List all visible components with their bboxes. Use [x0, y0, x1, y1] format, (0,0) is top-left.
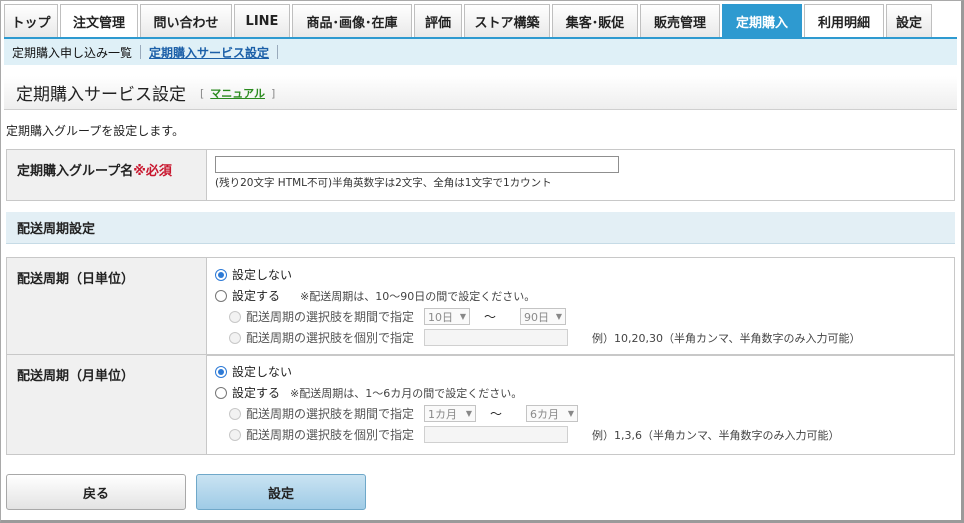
subnav-divider [277, 45, 279, 59]
daily-set-label: 設定する [232, 289, 281, 303]
manual-link-wrap: [マニュアル] [200, 86, 276, 100]
monthly-cycle-table: 配送周期（月単位） 設定しない 設定する ※配送周期は、1〜6カ月の間で設定くださ… [6, 354, 955, 455]
nav-tab-3[interactable]: LINE [234, 4, 290, 37]
nav-tab-10[interactable]: 利用明細 [804, 4, 884, 37]
daily-example: 例）10,20,30（半角カンマ、半角数字のみ入力可能） [592, 331, 861, 345]
monthly-range-label: 配送周期の選択肢を期間で指定 [246, 407, 415, 421]
nav-tab-11[interactable]: 設定 [886, 4, 932, 37]
daily-individual-input[interactable] [424, 329, 569, 346]
daily-range-label: 配送周期の選択肢を期間で指定 [246, 310, 415, 324]
nav-tab-6[interactable]: ストア構築 [464, 4, 550, 37]
submit-button[interactable]: 設定 [196, 474, 366, 510]
daily-set-radio[interactable] [215, 289, 227, 302]
chevron-down-icon: ▼ [567, 409, 575, 418]
monthly-range-radio[interactable] [229, 407, 241, 420]
daily-cycle-table: 配送周期（日単位） 設定しない 設定する ※配送周期は、10〜90日の間で設定くだ… [6, 257, 955, 356]
chevron-down-icon: ▼ [459, 312, 467, 321]
daily-individual-radio[interactable] [229, 331, 241, 344]
chevron-down-icon: ▼ [465, 409, 473, 418]
back-button[interactable]: 戻る [6, 474, 186, 510]
page-description: 定期購入グループを設定します。 [6, 124, 185, 138]
section-title: 配送周期設定 [6, 212, 955, 244]
nav-tab-4[interactable]: 商品･画像･在庫 [292, 4, 412, 37]
monthly-from-select[interactable]: 1カ月 ▼ [424, 405, 477, 422]
monthly-to-select[interactable]: 6カ月 ▼ [526, 405, 579, 422]
group-name-table: 定期購入グループ名※必須 (残り20文字 HTML不可)半角英数字は2文字、全角… [6, 149, 955, 201]
nav-tab-8[interactable]: 販売管理 [640, 4, 720, 37]
nav-tab-1[interactable]: 注文管理 [60, 4, 138, 37]
chevron-down-icon: ▼ [555, 312, 563, 321]
daily-to-select[interactable]: 90日 ▼ [520, 308, 567, 325]
nav-tab-7[interactable]: 集客･販促 [552, 4, 638, 37]
monthly-none-label: 設定しない [232, 365, 293, 379]
monthly-individual-label: 配送周期の選択肢を個別で指定 [246, 428, 415, 442]
manual-link[interactable]: マニュアル [210, 87, 265, 100]
required-mark: ※必須 [133, 164, 172, 179]
subnav-item-service-settings[interactable]: 定期購入サービス設定 [141, 44, 277, 61]
group-name-input[interactable] [215, 156, 619, 173]
page-title: 定期購入サービス設定 [16, 85, 186, 105]
group-name-note: (残り20文字 HTML不可)半角英数字は2文字、全角は1文字で1カウント [215, 177, 552, 189]
monthly-cycle-label: 配送周期（月単位） [6, 354, 207, 455]
monthly-tilde: 〜 [490, 407, 503, 421]
subnav-item-subscription-list[interactable]: 定期購入申し込み一覧 [4, 44, 140, 61]
daily-hint: ※配送周期は、10〜90日の間で設定ください。 [300, 289, 536, 303]
monthly-individual-radio[interactable] [229, 428, 241, 441]
daily-none-radio[interactable] [215, 268, 227, 281]
sub-nav: 定期購入申し込み一覧 定期購入サービス設定 [4, 37, 957, 65]
daily-individual-label: 配送周期の選択肢を個別で指定 [246, 331, 415, 345]
daily-cycle-label: 配送周期（日単位） [6, 257, 207, 356]
monthly-individual-input[interactable] [424, 426, 569, 443]
page-title-bar: 定期購入サービス設定 [マニュアル] [4, 76, 957, 110]
group-name-label: 定期購入グループ名※必須 [6, 149, 207, 201]
monthly-example: 例）1,3,6（半角カンマ、半角数字のみ入力可能） [592, 428, 840, 442]
daily-range-radio[interactable] [229, 310, 241, 323]
monthly-hint: ※配送周期は、1〜6カ月の間で設定ください。 [290, 386, 523, 400]
daily-from-select[interactable]: 10日 ▼ [424, 308, 471, 325]
nav-tab-2[interactable]: 問い合わせ [140, 4, 232, 37]
monthly-none-radio[interactable] [215, 365, 227, 378]
nav-tab-5[interactable]: 評価 [414, 4, 462, 37]
nav-tab-9[interactable]: 定期購入 [722, 4, 802, 37]
nav-tab-0[interactable]: トップ [4, 4, 58, 37]
monthly-set-label: 設定する [232, 386, 281, 400]
daily-none-label: 設定しない [232, 268, 293, 282]
daily-tilde: 〜 [484, 310, 497, 324]
monthly-set-radio[interactable] [215, 386, 227, 399]
top-nav: トップ 注文管理 問い合わせ LINE 商品･画像･在庫 評価 ストア構築 集客･販促 販売管理… [4, 4, 934, 37]
